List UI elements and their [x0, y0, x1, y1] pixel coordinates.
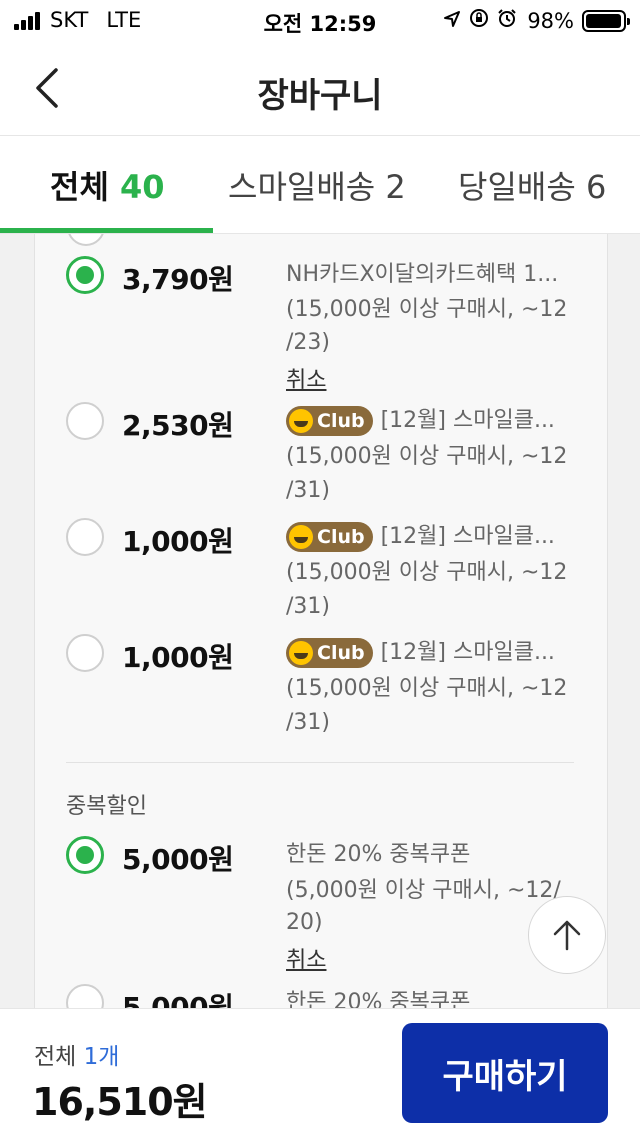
- status-bar: SKT LTE 오전 12:59 98%: [0, 0, 640, 40]
- location-arrow-icon: [443, 9, 461, 33]
- coupon-radio[interactable]: [66, 634, 104, 672]
- coupon-condition: (15,000원 이상 구매시, ~12: [286, 560, 568, 585]
- purchase-button[interactable]: 구매하기: [402, 1023, 608, 1123]
- club-badge-label: Club: [317, 409, 365, 432]
- tab-bar: 전체 40 스마일배송 2 당일배송 6: [0, 136, 640, 234]
- scroll-to-top-button[interactable]: [528, 896, 606, 974]
- battery-percent: 98%: [527, 8, 574, 33]
- duplicate-discount-label: 중복할인: [66, 794, 147, 819]
- tab-same-day-delivery-label: 당일배송: [458, 168, 576, 206]
- coupon-title: [12월] 스마일클...: [380, 524, 555, 549]
- club-badge: Club: [286, 522, 373, 552]
- coupon-title-row: Club [12월] 스마일클...: [286, 404, 555, 437]
- total-label-text: 전체: [34, 1044, 77, 1070]
- tab-all-count: 40: [120, 168, 165, 206]
- section-divider: [66, 762, 574, 763]
- smile-club-icon: [289, 409, 313, 433]
- duplicate-coupon-radio-selected[interactable]: [66, 836, 104, 874]
- coupon-title: 한돈 20% 중복쿠폰: [286, 842, 471, 867]
- total-price: 16,510원: [32, 1080, 208, 1124]
- tab-same-day-delivery-count: 6: [585, 168, 607, 206]
- coupon-amount: 5,000원: [122, 843, 234, 876]
- coupon-amount: 2,530원: [122, 409, 234, 442]
- rotation-lock-icon: [469, 8, 489, 33]
- coupon-condition: (5,000원 이상 구매시, ~12/: [286, 878, 561, 903]
- coupon-cancel-link[interactable]: 취소: [286, 942, 326, 974]
- coupon-radio[interactable]: [67, 234, 105, 246]
- tab-smile-delivery-label: 스마일배송: [228, 168, 376, 206]
- coupon-radio[interactable]: [66, 402, 104, 440]
- smile-club-icon: [289, 525, 313, 549]
- alarm-icon: [497, 8, 517, 33]
- battery-icon: [582, 9, 630, 32]
- tab-same-day-delivery[interactable]: 당일배송 6: [458, 162, 606, 208]
- coupon-list[interactable]: 3,790원 NH카드X이달의카드혜택 1... (15,000원 이상 구매시…: [0, 234, 640, 1010]
- selected-item-count: 1개: [83, 1044, 120, 1070]
- coupon-title: 한돈 20% 중복쿠폰: [286, 990, 471, 1010]
- coupon-amount: 1,000원: [122, 641, 234, 674]
- coupon-radio-selected[interactable]: [66, 256, 104, 294]
- arrow-up-icon: [553, 920, 581, 951]
- club-badge-label: Club: [317, 525, 365, 548]
- coupon-title-row: Club [12월] 스마일클...: [286, 520, 555, 553]
- tab-smile-delivery[interactable]: 스마일배송 2: [228, 162, 406, 208]
- coupon-condition: (15,000원 이상 구매시, ~12: [286, 444, 568, 469]
- tab-all[interactable]: 전체 40: [50, 162, 165, 208]
- coupon-amount: 1,000원: [122, 525, 234, 558]
- club-badge: Club: [286, 406, 373, 436]
- coupon-condition-cont: /31): [286, 478, 330, 503]
- status-right: 98%: [435, 8, 630, 33]
- coupon-title-row: Club [12월] 스마일클...: [286, 636, 555, 669]
- coupon-amount: 5,000원: [122, 991, 234, 1010]
- coupon-condition-cont: /31): [286, 594, 330, 619]
- page-title: 장바구니: [257, 76, 383, 116]
- coupon-condition: (15,000원 이상 구매시, ~12: [286, 676, 568, 701]
- total-count-label: 전체 1개: [34, 1037, 119, 1071]
- coupon-title: [12월] 스마일클...: [380, 408, 555, 433]
- tab-all-label: 전체: [50, 168, 109, 206]
- smile-club-icon: [289, 641, 313, 665]
- tab-smile-delivery-count: 2: [385, 168, 406, 206]
- club-badge: Club: [286, 638, 373, 668]
- coupon-cancel-link[interactable]: 취소: [286, 362, 326, 394]
- active-tab-indicator: [0, 228, 213, 233]
- battery-fill: [586, 13, 622, 28]
- coupon-title: NH카드X이달의카드혜택 1...: [286, 262, 559, 287]
- coupon-condition-cont: /31): [286, 710, 330, 735]
- header: 장바구니: [0, 40, 640, 136]
- coupon-condition-cont: /23): [286, 330, 330, 355]
- bottom-checkout-bar: 전체 1개 16,510원 구매하기: [0, 1008, 640, 1136]
- coupon-condition: (15,000원 이상 구매시, ~12: [286, 297, 568, 322]
- coupon-title: [12월] 스마일클...: [380, 640, 555, 665]
- club-badge-label: Club: [317, 641, 365, 664]
- coupon-radio[interactable]: [66, 518, 104, 556]
- coupon-condition-cont: 20): [286, 910, 323, 935]
- coupon-amount: 3,790원: [122, 263, 234, 296]
